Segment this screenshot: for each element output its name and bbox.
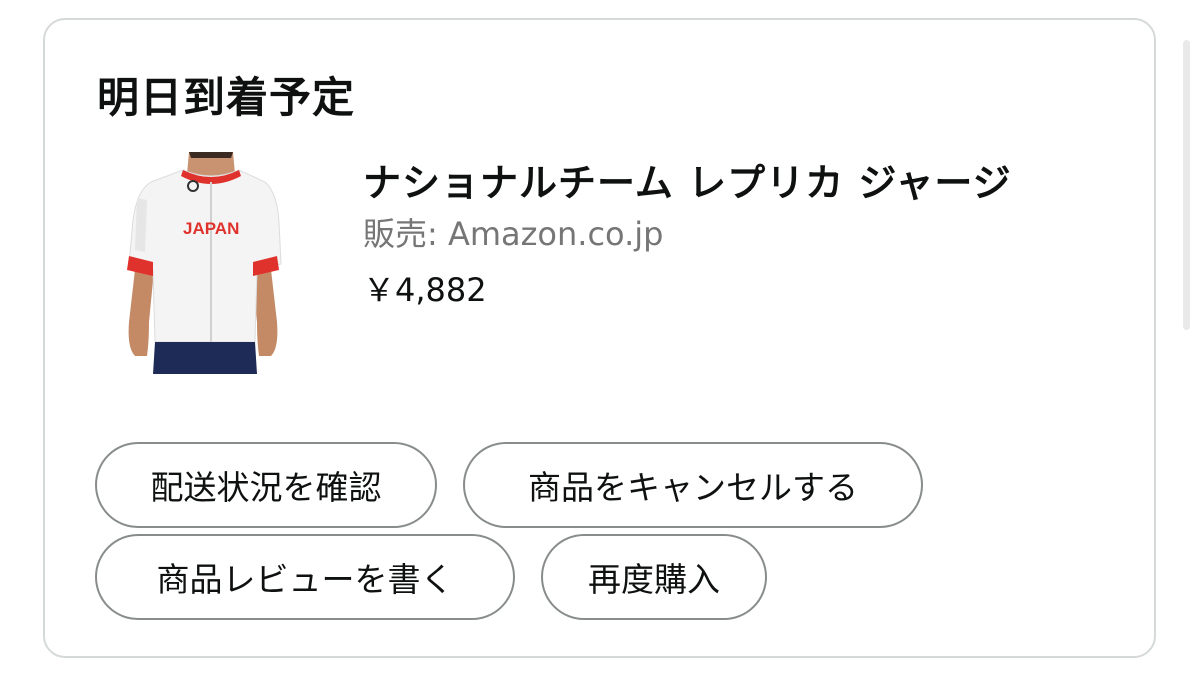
cancel-items-button[interactable]: 商品をキャンセルする [463, 442, 923, 528]
scrollbar[interactable] [1183, 40, 1190, 330]
jersey-text: JAPAN [183, 219, 239, 238]
price-text: ￥4,882 [363, 271, 487, 309]
track-package-button[interactable]: 配送状況を確認 [95, 442, 437, 528]
order-card: 明日到着予定 JAPAN ナショナルチーム レプリカ ジャージ 販売: Amaz… [43, 18, 1156, 658]
product-info: ナショナルチーム レプリカ ジャージ 販売: Amazon.co.jp ￥4,8… [363, 156, 1012, 312]
write-review-button[interactable]: 商品レビューを書く [95, 534, 515, 620]
buy-again-button[interactable]: 再度購入 [541, 534, 767, 620]
seller-text: 販売: Amazon.co.jp [363, 215, 664, 253]
delivery-heading: 明日到着予定 [97, 73, 356, 122]
product-title[interactable]: ナショナルチーム レプリカ ジャージ [363, 156, 1012, 210]
cycling-jersey-icon: JAPAN [127, 152, 282, 374]
product-image[interactable]: JAPAN [123, 152, 283, 374]
